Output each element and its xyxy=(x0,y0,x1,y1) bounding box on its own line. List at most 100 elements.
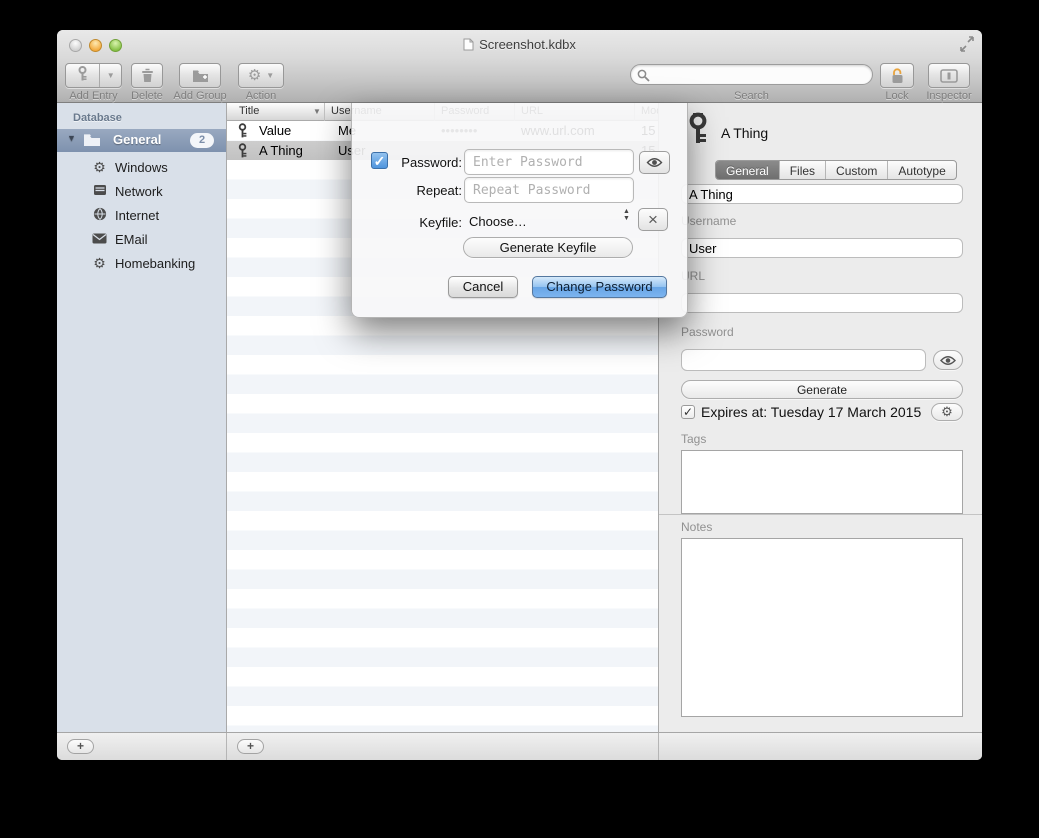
column-divider[interactable] xyxy=(324,103,325,121)
gear-icon: ⚙ xyxy=(91,159,108,176)
enter-password-input[interactable] xyxy=(464,149,634,175)
action-label: Action xyxy=(238,90,284,102)
generate-password-button[interactable]: Generate xyxy=(681,380,963,399)
key-icon xyxy=(687,112,709,144)
entry-title: A Thing xyxy=(259,143,303,158)
search-label: Search xyxy=(630,90,873,102)
generate-keyfile-button[interactable]: Generate Keyfile xyxy=(463,237,633,258)
reveal-password-button[interactable] xyxy=(639,151,670,174)
repeat-password-input[interactable] xyxy=(464,177,634,203)
entry-title: Value xyxy=(259,123,291,138)
search-input[interactable] xyxy=(630,64,873,85)
sidebar-item-label: Network xyxy=(115,184,163,199)
sidebar-item-label: Internet xyxy=(115,208,159,223)
key-icon xyxy=(237,123,248,138)
search-icon xyxy=(637,69,650,82)
entry-count-badge: 2 xyxy=(190,133,214,148)
sidebar-item-windows[interactable]: ⚙ Windows xyxy=(57,156,226,180)
inspector-button[interactable] xyxy=(928,63,970,88)
reveal-password-button[interactable] xyxy=(933,350,963,370)
sidebar-item-label: EMail xyxy=(115,232,148,247)
unlock-icon xyxy=(890,68,905,84)
add-entry-footer-button[interactable]: + xyxy=(237,739,264,754)
add-group-label: Add Group xyxy=(167,90,233,102)
repeat-label: Repeat: xyxy=(390,183,462,198)
password-field[interactable] xyxy=(681,349,926,371)
eye-icon xyxy=(940,355,956,366)
stepper-arrows-icon[interactable]: ▲▼ xyxy=(623,208,630,222)
tab-autotype[interactable]: Autotype xyxy=(887,161,955,179)
envelope-icon xyxy=(91,231,108,247)
chevron-down-icon: ▼ xyxy=(100,71,121,80)
folder-plus-icon xyxy=(192,69,209,83)
inspector-panel: A Thing General Files Custom Autotype Us… xyxy=(659,103,982,732)
inspector-entry-title: A Thing xyxy=(721,125,768,141)
section-divider xyxy=(659,514,982,515)
chevron-down-icon: ▼ xyxy=(266,71,274,80)
sidebar-item-email[interactable]: EMail xyxy=(57,228,226,252)
gear-icon: ⚙ xyxy=(248,68,261,83)
window-title: Screenshot.kdbx xyxy=(479,37,576,52)
trash-icon xyxy=(141,68,154,83)
server-icon xyxy=(91,183,108,199)
sidebar-section-header: Database xyxy=(73,112,122,124)
action-button[interactable]: ⚙ ▼ xyxy=(238,63,284,88)
globe-icon xyxy=(91,207,108,224)
disclosure-triangle-icon[interactable]: ▼ xyxy=(67,133,76,143)
inspector-tabs: General Files Custom Autotype xyxy=(715,160,957,180)
password-checkbox[interactable]: ✓ xyxy=(371,152,388,169)
add-group-footer-button[interactable]: + xyxy=(67,739,94,754)
close-icon: × xyxy=(648,213,658,227)
clear-keyfile-button[interactable]: × xyxy=(638,208,668,231)
folder-icon xyxy=(83,133,101,147)
info-panel-icon xyxy=(940,69,958,83)
delete-button[interactable] xyxy=(131,63,163,88)
sidebar-group-general[interactable]: ▼ General 2 xyxy=(57,129,226,152)
add-group-button[interactable] xyxy=(179,63,221,88)
sidebar-item-internet[interactable]: Internet xyxy=(57,204,226,228)
sidebar-item-label: Windows xyxy=(115,160,168,175)
change-password-sheet: ✓ Password: Repeat: Keyfile: Choose… ▲▼ … xyxy=(351,103,688,318)
tab-files[interactable]: Files xyxy=(779,161,825,179)
footer-divider xyxy=(226,733,227,760)
password-label: Password xyxy=(681,325,734,339)
bottom-bar: + + xyxy=(57,732,982,760)
expires-checkbox[interactable]: ✓ xyxy=(681,405,695,419)
username-field[interactable] xyxy=(681,238,963,258)
inspector-label: Inspector xyxy=(917,90,981,102)
expiry-settings-button[interactable]: ⚙ xyxy=(931,403,963,421)
tags-label: Tags xyxy=(681,432,706,446)
password-label: Password: xyxy=(390,155,462,170)
sidebar-item-label: Homebanking xyxy=(115,256,195,271)
url-field[interactable] xyxy=(681,293,963,313)
window-header: Screenshot.kdbx ▼ Add Entry Delete Add G… xyxy=(57,30,982,103)
expires-label: Expires at: Tuesday 17 March 2015 xyxy=(701,404,921,420)
add-entry-label: Add Entry xyxy=(65,90,122,102)
gear-icon: ⚙ xyxy=(941,404,953,419)
tags-field[interactable] xyxy=(681,450,963,514)
fullscreen-icon[interactable] xyxy=(958,36,976,52)
keyfile-popup[interactable]: Choose… xyxy=(469,214,527,229)
sidebar-item-homebanking[interactable]: ⚙ Homebanking xyxy=(57,252,226,276)
eye-icon xyxy=(646,157,663,168)
change-password-button[interactable]: Change Password xyxy=(532,276,667,298)
username-label: Username xyxy=(681,214,736,228)
tab-general[interactable]: General xyxy=(716,161,779,179)
key-icon xyxy=(237,143,248,158)
sidebar-group-label: General xyxy=(113,132,161,147)
cancel-button[interactable]: Cancel xyxy=(448,276,518,298)
tab-custom[interactable]: Custom xyxy=(825,161,887,179)
column-header-title[interactable]: Title xyxy=(239,105,259,117)
lock-label: Lock xyxy=(872,90,922,102)
sidebar-item-network[interactable]: Network xyxy=(57,180,226,204)
window-title-bar: Screenshot.kdbx xyxy=(57,37,982,52)
gear-icon: ⚙ xyxy=(91,255,108,272)
document-icon xyxy=(463,38,474,51)
add-entry-button[interactable]: ▼ xyxy=(65,63,122,88)
lock-button[interactable] xyxy=(880,63,914,88)
notes-field[interactable] xyxy=(681,538,963,717)
title-field[interactable] xyxy=(681,184,963,204)
sort-indicator-icon: ▼ xyxy=(313,107,321,116)
sidebar: Database ▼ General 2 ⚙ Windows Network I… xyxy=(57,103,226,732)
key-icon xyxy=(66,66,99,86)
